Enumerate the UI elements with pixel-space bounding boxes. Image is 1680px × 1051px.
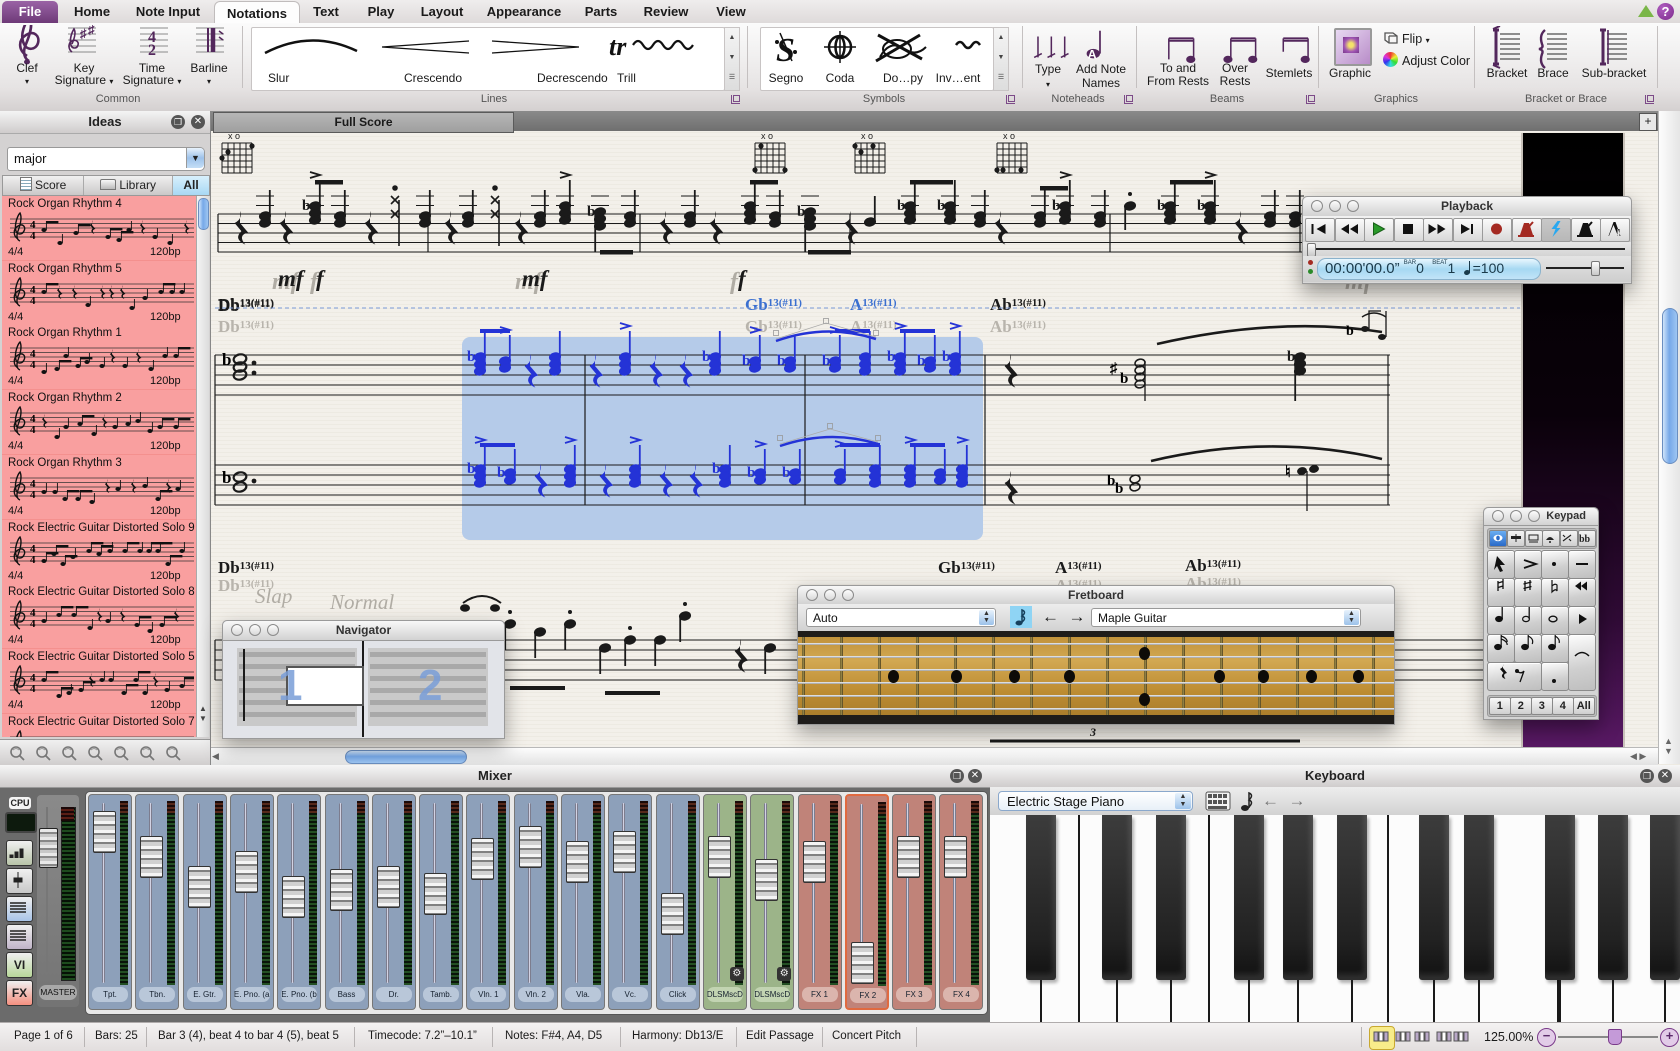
svg-text:4: 4 bbox=[30, 489, 36, 501]
svg-text:♮: ♮ bbox=[1285, 464, 1291, 481]
svg-text:b: b bbox=[222, 468, 231, 487]
svg-text:Ab13(#11): Ab13(#11) bbox=[990, 295, 1046, 314]
svg-text:♯: ♯ bbox=[87, 25, 95, 37]
svg-text:b: b bbox=[747, 465, 755, 481]
svg-text:b: b bbox=[497, 465, 505, 481]
svg-text:b: b bbox=[1120, 371, 1128, 387]
svg-text:4: 4 bbox=[30, 424, 36, 436]
svg-text:4: 4 bbox=[30, 683, 36, 695]
svg-text:Ab13(#11): Ab13(#11) bbox=[1185, 556, 1241, 575]
svg-text:S: S bbox=[776, 32, 795, 69]
svg-text:b: b bbox=[782, 465, 790, 481]
svg-text:4: 4 bbox=[30, 230, 36, 242]
svg-text:Ab13(#11): Ab13(#11) bbox=[990, 317, 1046, 336]
svg-text:b: b bbox=[702, 349, 710, 365]
svg-text:bb: bb bbox=[1579, 534, 1591, 545]
svg-text:b: b bbox=[937, 198, 945, 214]
svg-text:b: b bbox=[712, 461, 720, 477]
svg-text:Gb13(#11): Gb13(#11) bbox=[938, 558, 995, 577]
svg-text:b: b bbox=[1115, 481, 1123, 497]
svg-text:A: A bbox=[1088, 47, 1097, 61]
svg-text:Normal: Normal bbox=[329, 590, 394, 614]
svg-text:b: b bbox=[742, 353, 750, 369]
svg-text:Db13(#11): Db13(#11) bbox=[218, 558, 274, 577]
svg-text:b: b bbox=[917, 353, 925, 369]
svg-text:x o: x o bbox=[228, 131, 240, 141]
svg-text:x o: x o bbox=[1003, 131, 1015, 141]
svg-text:b: b bbox=[1052, 198, 1060, 214]
svg-text:b: b bbox=[942, 349, 950, 365]
svg-text:b: b bbox=[1157, 198, 1165, 214]
svg-text:♯: ♯ bbox=[79, 26, 87, 41]
svg-text:Gb13(#11): Gb13(#11) bbox=[745, 295, 802, 314]
svg-text:Slap: Slap bbox=[255, 584, 292, 608]
svg-text:mf: mf bbox=[278, 266, 306, 291]
svg-text:b: b bbox=[467, 349, 475, 365]
svg-text:b: b bbox=[822, 353, 830, 369]
svg-text:tr: tr bbox=[609, 32, 627, 61]
svg-text:f: f bbox=[316, 266, 326, 291]
svg-text:b: b bbox=[1346, 324, 1354, 339]
svg-text:b: b bbox=[302, 198, 310, 214]
svg-text:b: b bbox=[897, 198, 905, 214]
svg-text:b: b bbox=[887, 349, 895, 365]
svg-text:4: 4 bbox=[30, 359, 36, 371]
svg-text:Db13(#11): Db13(#11) bbox=[218, 295, 274, 314]
svg-text:2: 2 bbox=[148, 42, 156, 59]
svg-text:A13(#11): A13(#11) bbox=[850, 295, 897, 314]
svg-text:Db13(#11): Db13(#11) bbox=[218, 317, 274, 336]
svg-text:b: b bbox=[467, 461, 475, 477]
svg-text:f: f bbox=[738, 266, 748, 291]
svg-text:4: 4 bbox=[30, 554, 36, 566]
svg-text:4: 4 bbox=[30, 618, 36, 630]
svg-text:x o: x o bbox=[861, 131, 873, 141]
svg-text:x o: x o bbox=[761, 131, 773, 141]
svg-text:b: b bbox=[777, 353, 785, 369]
svg-text:b: b bbox=[1197, 198, 1205, 214]
svg-text:b: b bbox=[1287, 349, 1295, 365]
svg-text:3: 3 bbox=[1089, 725, 1096, 739]
svg-text:b: b bbox=[222, 350, 231, 369]
svg-text:A13(#11): A13(#11) bbox=[1055, 558, 1102, 577]
svg-text:b: b bbox=[797, 204, 805, 220]
svg-text:mf: mf bbox=[522, 266, 550, 291]
svg-text:b: b bbox=[587, 204, 595, 220]
svg-text:4: 4 bbox=[30, 295, 36, 307]
svg-text:♯: ♯ bbox=[1110, 361, 1118, 377]
